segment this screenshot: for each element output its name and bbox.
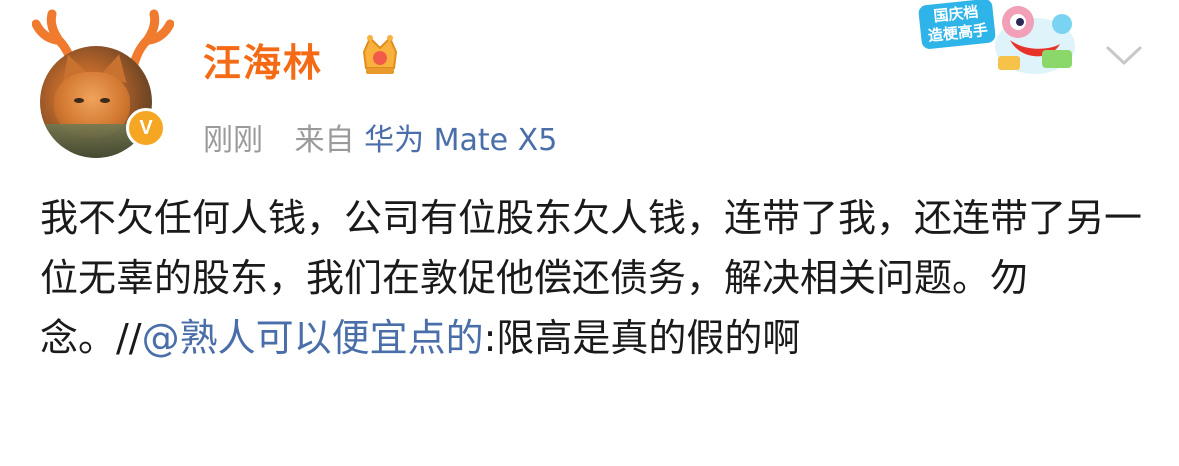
cat-eye <box>100 98 110 103</box>
avatar-container[interactable]: V <box>22 8 174 158</box>
mention-link[interactable]: @熟人可以便宜点的 <box>142 316 484 360</box>
chevron-down-icon[interactable] <box>1104 44 1144 68</box>
quoted-text: :限高是真的假的啊 <box>483 316 801 360</box>
source-device-link[interactable]: 华为 Mate X5 <box>364 123 557 158</box>
promo-sticker[interactable]: 国庆档 造梗高手 <box>910 0 1092 80</box>
post-body: 我不欠任何人钱，公司有位股东欠人钱，连带了我，还连带了另一位无辜的股东，我们在敦… <box>40 188 1155 368</box>
vip-crown-icon[interactable] <box>358 30 402 80</box>
source-prefix: 来自 <box>294 123 355 158</box>
post-meta: 刚刚 来自 华为 Mate X5 <box>203 115 557 159</box>
cat-eye <box>74 98 84 103</box>
post-time: 刚刚 <box>203 123 263 158</box>
verified-v-badge-icon: V <box>126 108 166 148</box>
mascot-icon <box>995 6 1075 74</box>
author-name[interactable]: 汪海林 <box>203 32 323 87</box>
